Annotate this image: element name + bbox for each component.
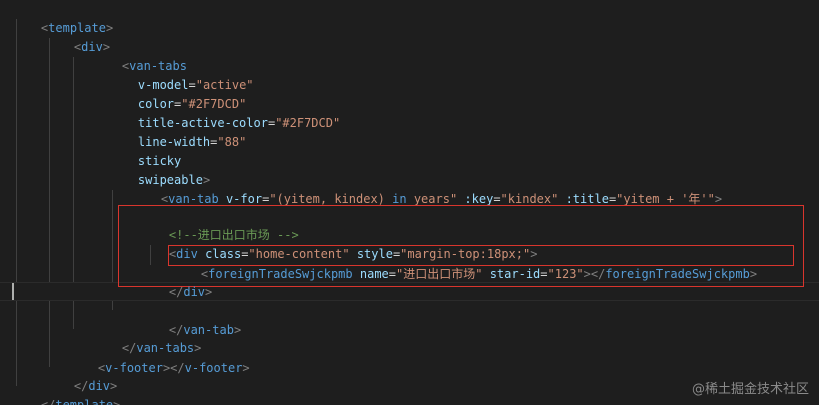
code-line: title-active-color="#2F7DCD": [137, 116, 341, 130]
keyword: in: [392, 192, 407, 206]
code-line: </van-tab>: [168, 323, 242, 337]
code-line: <van-tab v-for="(yitem, kindex) in years…: [160, 192, 723, 206]
code-line: </div>: [168, 285, 213, 299]
code-line: <template>: [40, 21, 114, 35]
attribute-value: ": [707, 192, 715, 206]
indent-guide: [16, 19, 17, 386]
code-line: </div>: [73, 379, 118, 393]
attribute-value: "进口出口市场": [396, 267, 483, 281]
watermark: @稀土掘金技术社区: [691, 382, 809, 397]
attribute-name: :key: [464, 192, 494, 206]
tag-name: div: [183, 285, 206, 299]
code-line: <div>: [73, 40, 111, 54]
code-line: v-model="active": [137, 78, 254, 92]
attribute-value: "yitem +: [616, 192, 682, 206]
code-editor[interactable]: <template> <div> <van-tabs v-model="acti…: [0, 0, 819, 405]
code-line: <!--进口出口市场 -->: [140, 207, 299, 242]
attribute-value: years": [406, 192, 458, 206]
code-line: </van-tabs>: [121, 341, 202, 355]
attribute-name: :title: [565, 192, 609, 206]
tag-name: van-tab: [168, 192, 219, 206]
attribute-name: v-for: [225, 192, 263, 206]
attribute-value: "88": [217, 135, 247, 149]
code-line: line-width="88": [137, 135, 247, 149]
attribute-value: "#2F7DCD": [275, 116, 341, 130]
indent-guide: [49, 38, 50, 367]
code-line: <van-tabs: [121, 59, 187, 73]
tag-name: template: [55, 398, 114, 405]
tag-name: v-footer: [184, 361, 243, 375]
code-line: color="#2F7DCD": [137, 97, 247, 111]
attribute-name: name: [359, 267, 389, 281]
code-line: <foreignTradeSwjckpmb name="进口出口市场" star…: [200, 267, 758, 281]
text-cursor: [12, 283, 14, 300]
attribute-value: "kindex": [500, 192, 559, 206]
code-line: </template>: [12, 377, 120, 405]
attribute-value: "(yitem, kindex): [269, 192, 393, 206]
code-line: <v-footer></v-footer>: [97, 361, 250, 375]
attribute-name: star-id: [489, 267, 541, 281]
attribute-value: "123": [547, 267, 584, 281]
code-line: <div class="home-content" style="margin-…: [168, 247, 538, 261]
tag-name: foreignTradeSwjckpmb: [208, 267, 353, 281]
code-line: sticky: [109, 133, 181, 168]
code-line: swipeable>: [137, 173, 211, 187]
attribute-value: '年': [681, 192, 708, 206]
tag-name: foreignTradeSwjckpmb: [605, 267, 750, 281]
